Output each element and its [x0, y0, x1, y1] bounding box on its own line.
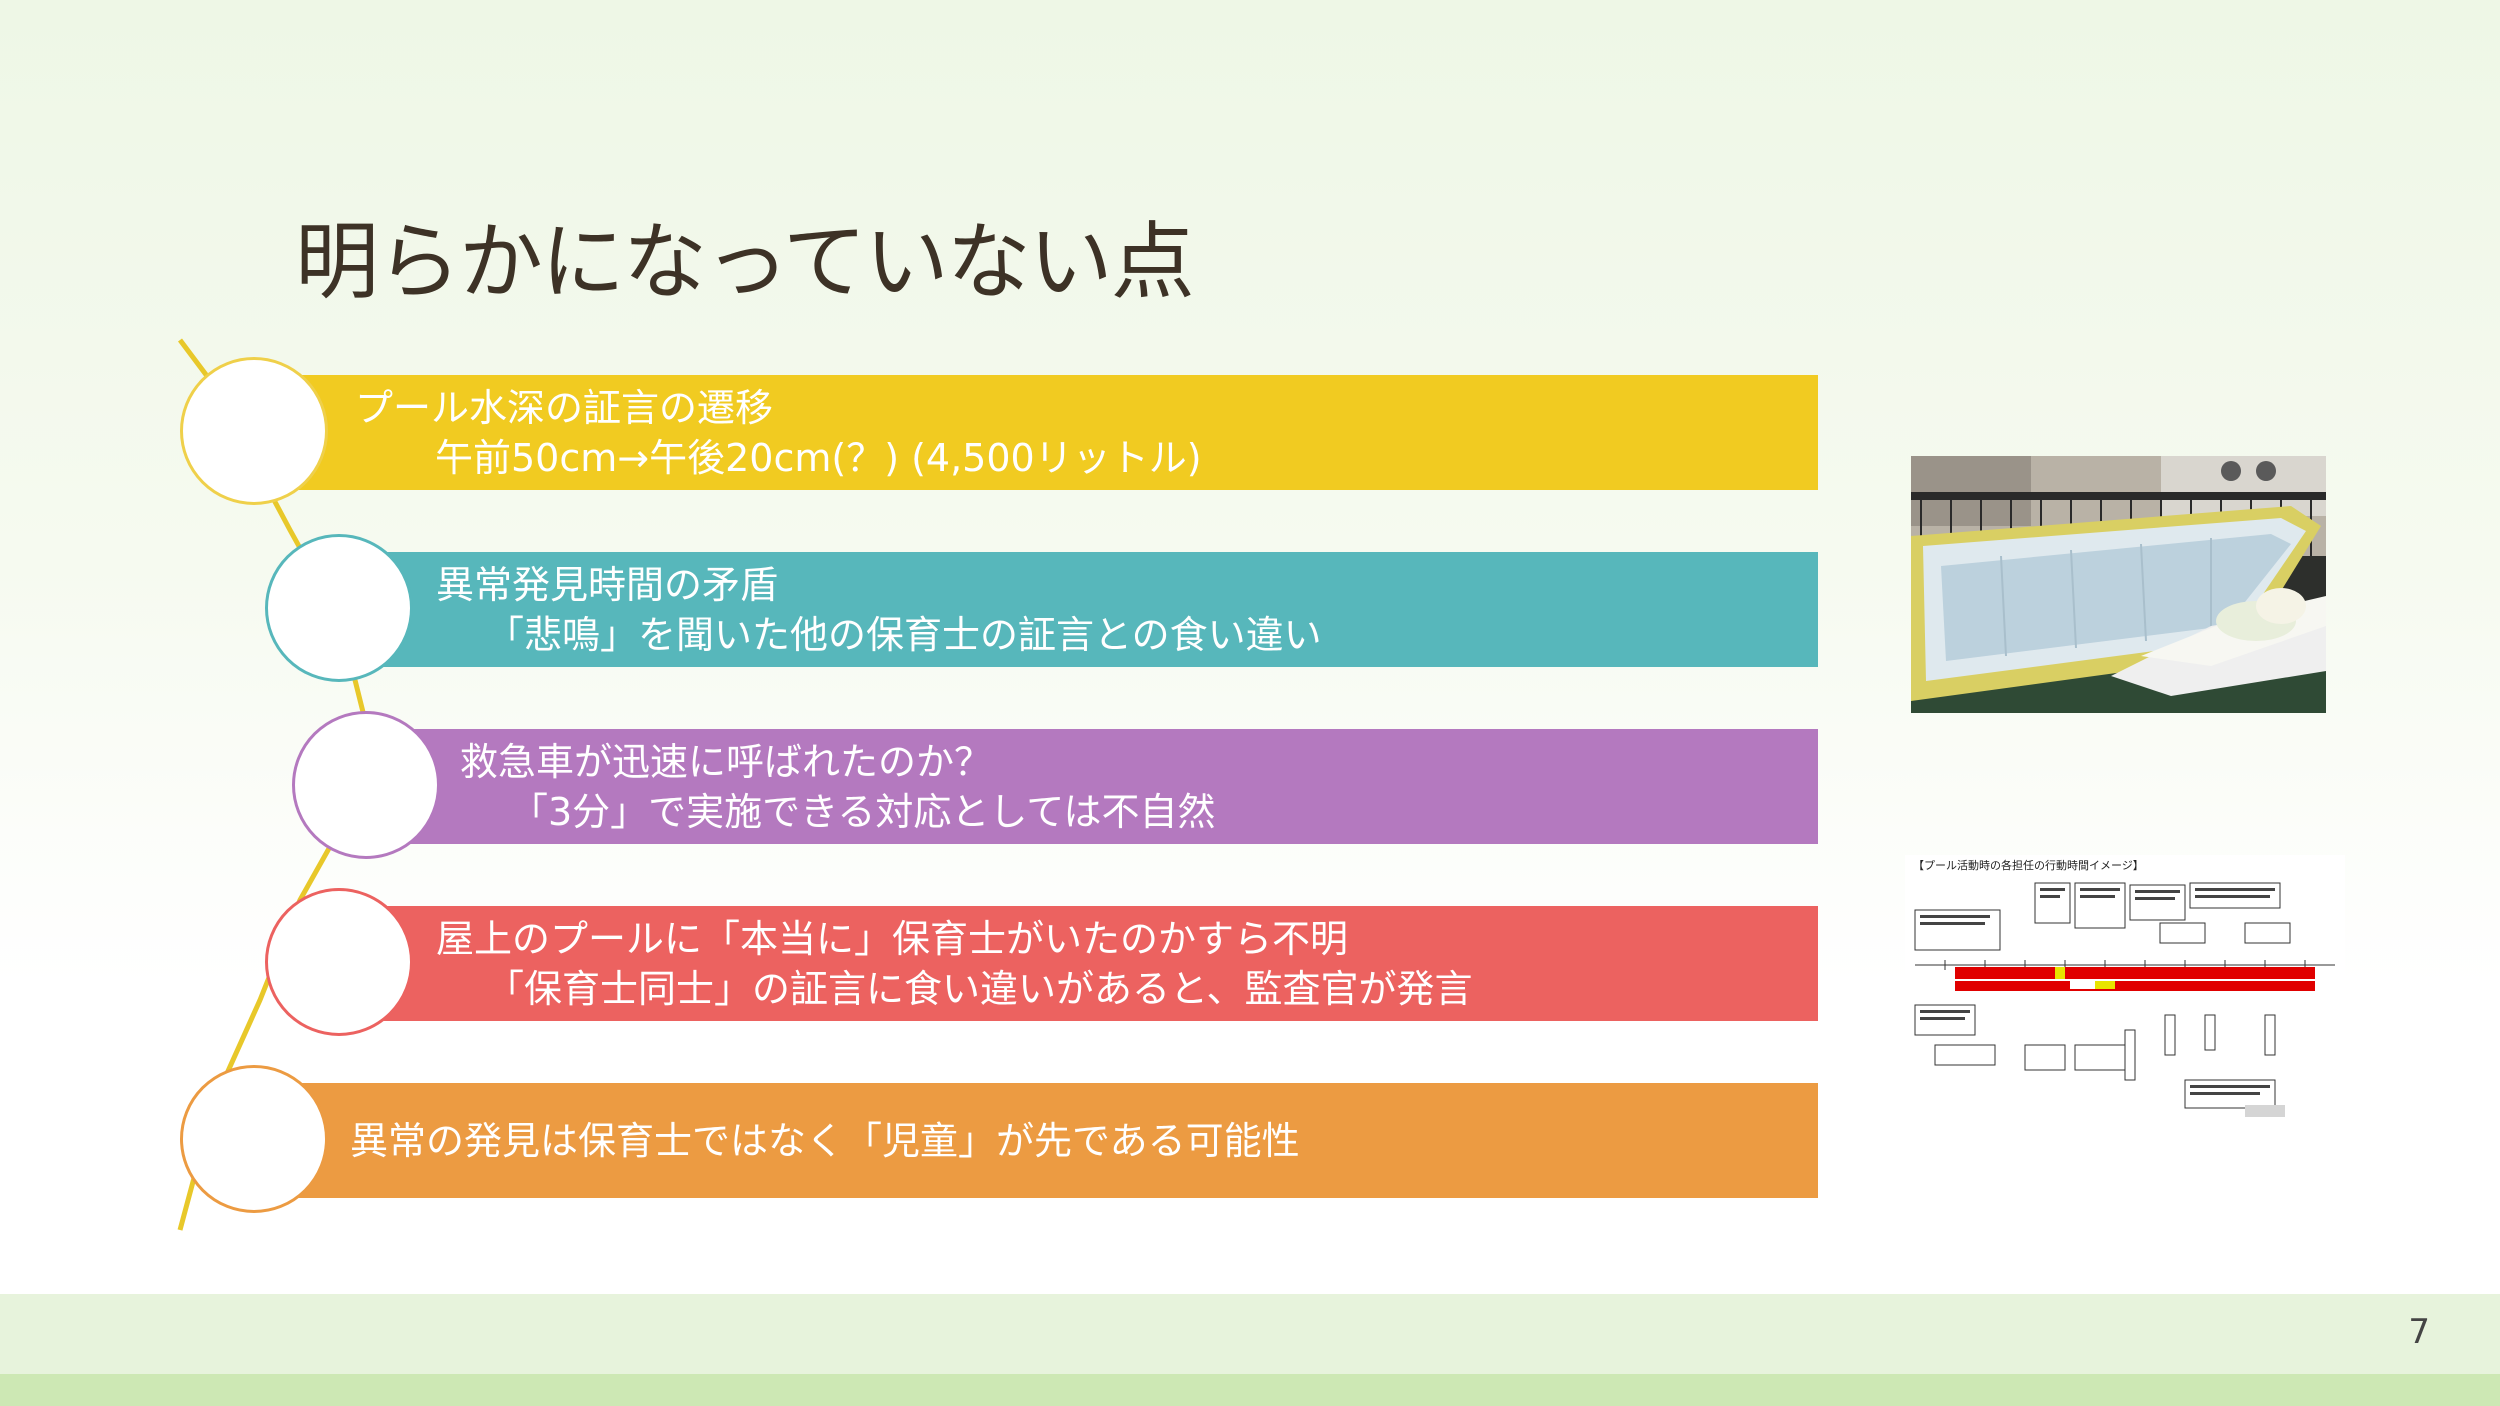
footer-strip	[0, 1374, 2500, 1406]
item-heading: 異常の発見は保育士ではなく「児童」が先である可能性	[350, 1118, 1300, 1163]
diagram-title: 【プール活動時の各担任の行動時間イメージ】	[1913, 859, 2144, 872]
page-number: 7	[2408, 1312, 2430, 1352]
item-bar-water-depth: プール水深の証言の遷移 午前50cm→午後20cm(？) (4,500リットル)	[295, 375, 1818, 490]
item-bar-ambulance: 救急車が迅速に呼ばれたのか？ 「3分」で実施できる対応としては不自然	[410, 729, 1818, 844]
footer-band	[0, 1294, 2500, 1374]
item-circle	[265, 534, 413, 682]
item-detail: 「3分」で実施できる対応としては不自然	[510, 789, 1216, 834]
item-bar-rooftop-staff: 屋上のプールに「本当に」保育士がいたのかすら不明 「保育士同士」の証言に食い違い…	[380, 906, 1818, 1021]
item-heading: 救急車が迅速に呼ばれたのか？	[460, 739, 993, 784]
item-detail: 「悲鳴」を聞いた他の保育士の証言との食い違い	[486, 612, 1322, 657]
activity-timeline-diagram: 【プール活動時の各担任の行動時間イメージ】	[1905, 855, 2345, 1125]
pool-photo	[1911, 456, 2326, 713]
item-bar-child-discovery: 異常の発見は保育士ではなく「児童」が先である可能性	[295, 1083, 1818, 1198]
item-heading: 異常発見時間の矛盾	[436, 562, 779, 607]
item-circle	[265, 888, 413, 1036]
item-heading: 屋上のプールに「本当に」保育士がいたのかすら不明	[436, 916, 1349, 961]
item-circle	[292, 711, 440, 859]
item-detail: 午前50cm→午後20cm(？) (4,500リットル)	[435, 435, 1202, 480]
item-circle	[180, 1065, 328, 1213]
item-bar-discovery-time: 異常発見時間の矛盾 「悲鳴」を聞いた他の保育士の証言との食い違い	[380, 552, 1818, 667]
item-heading: プール水深の証言の遷移	[355, 385, 774, 430]
item-detail: 「保育士同士」の証言に食い違いがあると、監査官が発言	[486, 966, 1473, 1011]
item-circle	[180, 357, 328, 505]
